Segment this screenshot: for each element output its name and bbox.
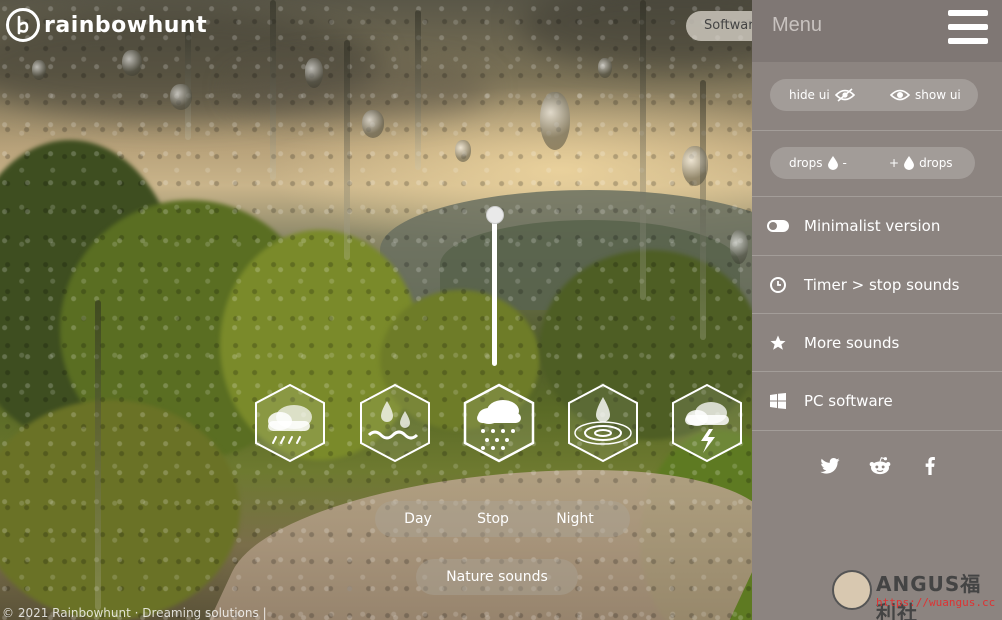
water-drop-icon [904,156,915,170]
more-drops-button[interactable]: + drops [889,147,953,179]
footer-copyright: © 2021 Rainbowhunt · Dreaming solutions … [2,606,267,620]
menu-item-label: Minimalist version [804,217,941,235]
fewer-drops-label: drops [789,156,823,170]
show-ui-button[interactable]: show ui [890,79,961,111]
drop-ripple-icon [568,383,638,463]
day-button[interactable]: Day [393,501,443,537]
menu-item-label: More sounds [804,334,900,352]
volume-slider-track[interactable] [492,214,497,366]
ui-visibility-toggle: hide ui show ui [770,79,978,111]
hide-ui-label: hide ui [789,88,830,102]
rain-puddle-icon [360,383,430,463]
facebook-icon[interactable] [918,454,942,478]
volume-slider-handle[interactable] [486,206,504,224]
stop-button[interactable]: Stop [471,501,515,537]
menu-item-label: Timer > stop sounds [804,276,960,294]
brand-name: rainbowhunt [44,12,208,38]
menu-item-label: PC software [804,392,893,410]
hide-ui-button[interactable]: hide ui [789,79,855,111]
eye-slash-icon [834,88,855,102]
twitter-icon[interactable] [818,454,842,478]
menu-item-timer[interactable]: Timer > stop sounds [752,256,1002,314]
sound-rain-thunder-button[interactable] [250,383,330,463]
windows-icon [752,393,804,409]
brand-logo[interactable]: rainbowhunt [6,8,207,42]
watermark-url: https://wuangus.cc [876,596,996,609]
fewer-drops-sign: - [842,156,847,170]
day-night-mode-bar: Day Stop Night [375,501,630,537]
reddit-icon[interactable] [868,454,892,478]
storm-lightning-icon [672,383,742,463]
hamburger-menu-icon[interactable] [948,10,988,44]
fewer-drops-button[interactable]: drops - [789,147,847,179]
drops-control: drops - + drops [770,147,975,179]
menu-item-more-sounds[interactable]: More sounds [752,314,1002,372]
sound-rain-cloud-button[interactable] [459,383,539,463]
more-drops-sign: + [889,156,900,170]
watermark: ANGUS福利社 https://wuangus.cc [832,568,1000,620]
sound-storm-lightning-button[interactable] [667,383,747,463]
toggle-icon [752,220,804,232]
eye-icon [890,89,910,101]
side-menu: Menu hide ui show ui drops - + drops Min… [752,0,1002,620]
more-drops-label: drops [919,156,953,170]
rain-cloud-active-icon [463,383,535,463]
show-ui-label: show ui [915,88,961,102]
water-drop-icon [827,156,838,170]
sound-drop-ripple-button[interactable] [563,383,643,463]
menu-title: Menu [772,14,823,36]
clock-icon [752,277,804,293]
sound-rain-puddle-button[interactable] [355,383,435,463]
watermark-avatar [832,570,872,610]
social-links [818,454,942,478]
rainbowhunt-logo-icon [6,8,40,42]
menu-header: Menu [752,0,1002,62]
nature-sounds-button[interactable]: Nature sounds [416,559,578,595]
rain-cloud-icon [255,383,325,463]
star-icon [752,334,804,352]
night-button[interactable]: Night [549,501,601,537]
menu-item-minimalist[interactable]: Minimalist version [752,197,1002,255]
watermark-text: ANGUS福利社 [876,572,982,620]
menu-item-pc-software[interactable]: PC software [752,372,1002,430]
